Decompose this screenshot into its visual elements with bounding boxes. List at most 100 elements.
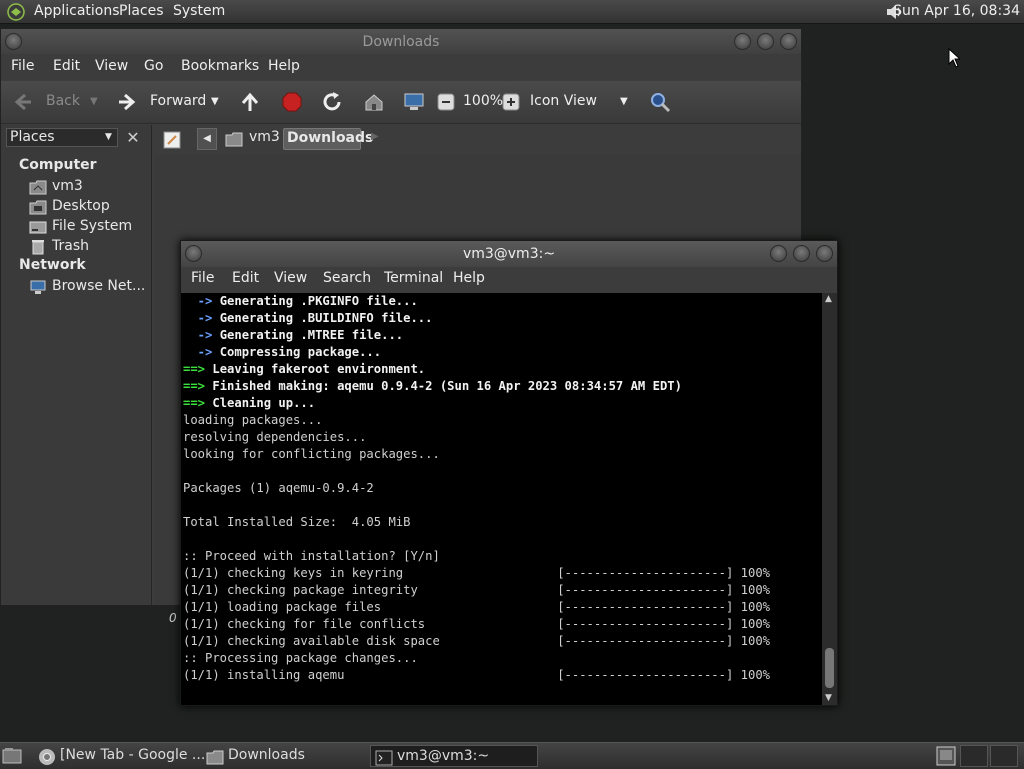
menu-help[interactable]: Help — [453, 270, 485, 286]
sidebar-item-trash[interactable]: Trash — [29, 237, 149, 257]
close-button[interactable] — [816, 245, 833, 262]
forward-button[interactable]: Forward — [150, 93, 206, 109]
sidebar-item-file-system[interactable]: File System — [29, 217, 149, 237]
back-button[interactable]: Back — [46, 93, 80, 109]
breadcrumb-downloads[interactable]: Downloads — [283, 128, 373, 150]
terminal-line-prefix: -> — [183, 311, 220, 325]
back-arrow-icon[interactable] — [11, 91, 33, 113]
view-mode-chevron-icon[interactable]: ▼ — [620, 96, 628, 107]
applications-menu[interactable]: Applications — [34, 3, 120, 19]
scroll-down-icon[interactable]: ▼ — [825, 693, 832, 703]
clock[interactable]: Sun Apr 16, 08:34 — [893, 3, 1020, 19]
terminal-line-prefix: ==> — [183, 379, 213, 393]
reload-icon[interactable] — [321, 91, 343, 113]
search-icon[interactable] — [649, 91, 671, 113]
terminal-titlebar[interactable]: vm3@vm3:~ — [181, 241, 837, 267]
task-chrome[interactable]: [New Tab - Google ... — [34, 745, 205, 767]
sidebar-heading-computer: Computer — [19, 157, 97, 173]
trash-icon — [32, 240, 44, 255]
terminal-scrollbar[interactable]: ▲ ▼ — [822, 293, 837, 705]
close-sidebar-icon[interactable]: ✕ — [123, 128, 143, 147]
sidebar-item-browse-network[interactable]: Browse Net... — [29, 277, 149, 297]
terminal-line-text: Finished making: aqemu 0.9.4-2 (Sun 16 A… — [212, 379, 682, 393]
network-icon — [30, 280, 46, 294]
sidebar-item-vm3[interactable]: vm3 — [29, 177, 149, 197]
terminal-line: -> Generating .MTREE file... — [183, 327, 770, 344]
minimize-button[interactable] — [734, 33, 751, 50]
maximize-button[interactable] — [757, 33, 774, 50]
terminal-line-text: :: Proceed with installation? [Y/n] — [183, 549, 440, 563]
view-mode-select[interactable]: Icon View — [530, 93, 597, 109]
menu-edit[interactable]: Edit — [53, 58, 80, 74]
task-label: [New Tab - Google ... — [60, 747, 206, 763]
sidebar-item-desktop[interactable]: Desktop — [29, 197, 149, 217]
system-menu[interactable]: System — [173, 3, 225, 19]
sidebar-selector[interactable]: Places ▼ — [6, 128, 118, 147]
home-folder-icon — [225, 132, 243, 147]
edit-location-icon[interactable] — [163, 131, 181, 149]
menu-help[interactable]: Help — [268, 58, 300, 74]
file-manager-titlebar[interactable]: Downloads — [1, 29, 801, 55]
computer-icon[interactable] — [403, 91, 425, 113]
distro-logo-icon[interactable] — [6, 3, 26, 21]
task-downloads[interactable]: Downloads — [202, 745, 368, 767]
breadcrumb-label: vm3 — [249, 129, 280, 145]
workspace-1[interactable] — [960, 745, 988, 767]
minimize-button[interactable] — [770, 245, 787, 262]
zoom-level[interactable]: 100% — [463, 93, 503, 109]
menu-search[interactable]: Search — [323, 270, 371, 286]
terminal-line-text: loading packages... — [183, 413, 323, 427]
menu-edit[interactable]: Edit — [232, 270, 259, 286]
places-sidebar: Places ▼ ✕ Computer vm3 Desktop File Sys… — [1, 125, 152, 605]
terminal-line: loading packages... — [183, 412, 770, 429]
workspace-2[interactable] — [990, 745, 1018, 767]
terminal-line: (1/1) checking keys in keyring [--------… — [183, 565, 770, 582]
crumb-left-chevron-icon[interactable]: ◀ — [197, 128, 217, 150]
menu-bookmarks[interactable]: Bookmarks — [181, 58, 259, 74]
terminal-line: ==> Finished making: aqemu 0.9.4-2 (Sun … — [183, 378, 770, 395]
location-bar: ◀ vm3 Downloads ▶ — [155, 125, 801, 155]
menu-view[interactable]: View — [95, 58, 128, 74]
terminal-line-text: :: Processing package changes... — [183, 651, 418, 665]
menu-terminal[interactable]: Terminal — [384, 270, 443, 286]
terminal-line-prefix: -> — [183, 328, 220, 342]
drive-icon — [29, 221, 47, 234]
task-terminal[interactable]: vm3@vm3:~ — [370, 745, 538, 767]
terminal-line: -> Generating .BUILDINFO file... — [183, 310, 770, 327]
forward-arrow-icon[interactable] — [117, 91, 139, 113]
stop-icon[interactable] — [281, 91, 303, 113]
workspace-switcher-icon[interactable] — [936, 746, 956, 766]
home-icon[interactable] — [363, 91, 385, 113]
zoom-out-icon[interactable] — [437, 93, 455, 111]
terminal-line-prefix: -> — [183, 345, 220, 359]
mouse-cursor-icon — [948, 48, 960, 68]
breadcrumb-vm3[interactable]: vm3 — [223, 128, 280, 150]
sidebar-item-label: File System — [52, 218, 133, 234]
menu-file[interactable]: File — [11, 58, 34, 74]
terminal-output[interactable]: -> Generating .PKGINFO file... -> Genera… — [181, 293, 823, 705]
crumb-right-chevron-icon[interactable]: ▶ — [371, 131, 379, 142]
terminal-line-text: Generating .PKGINFO file... — [219, 294, 418, 308]
places-menu[interactable]: Places — [119, 3, 164, 19]
sidebar-item-label: Desktop — [52, 198, 110, 214]
menu-go[interactable]: Go — [144, 58, 163, 74]
top-panel: Applications Places System Sun Apr 16, 0… — [0, 0, 1024, 24]
forward-history-chevron-icon[interactable]: ▼ — [211, 96, 219, 107]
terminal-line-text: (1/1) checking package integrity [------… — [183, 583, 770, 597]
menu-view[interactable]: View — [274, 270, 307, 286]
show-desktop-icon[interactable] — [2, 747, 22, 765]
menu-file[interactable]: File — [191, 270, 214, 286]
scroll-up-icon[interactable]: ▲ — [825, 294, 832, 304]
close-button[interactable] — [780, 33, 797, 50]
terminal-line: resolving dependencies... — [183, 429, 770, 446]
up-arrow-icon[interactable] — [239, 91, 261, 113]
terminal-line-text: Generating .BUILDINFO file... — [219, 311, 433, 325]
back-history-chevron-icon[interactable]: ▼ — [90, 96, 98, 107]
terminal-line: -> Compressing package... — [183, 344, 770, 361]
zoom-in-icon[interactable] — [502, 93, 520, 111]
scrollbar-thumb[interactable] — [825, 648, 834, 688]
terminal-line: :: Processing package changes... — [183, 650, 770, 667]
maximize-button[interactable] — [793, 245, 810, 262]
terminal-line-text: Packages (1) aqemu-0.9.4-2 — [183, 481, 374, 495]
